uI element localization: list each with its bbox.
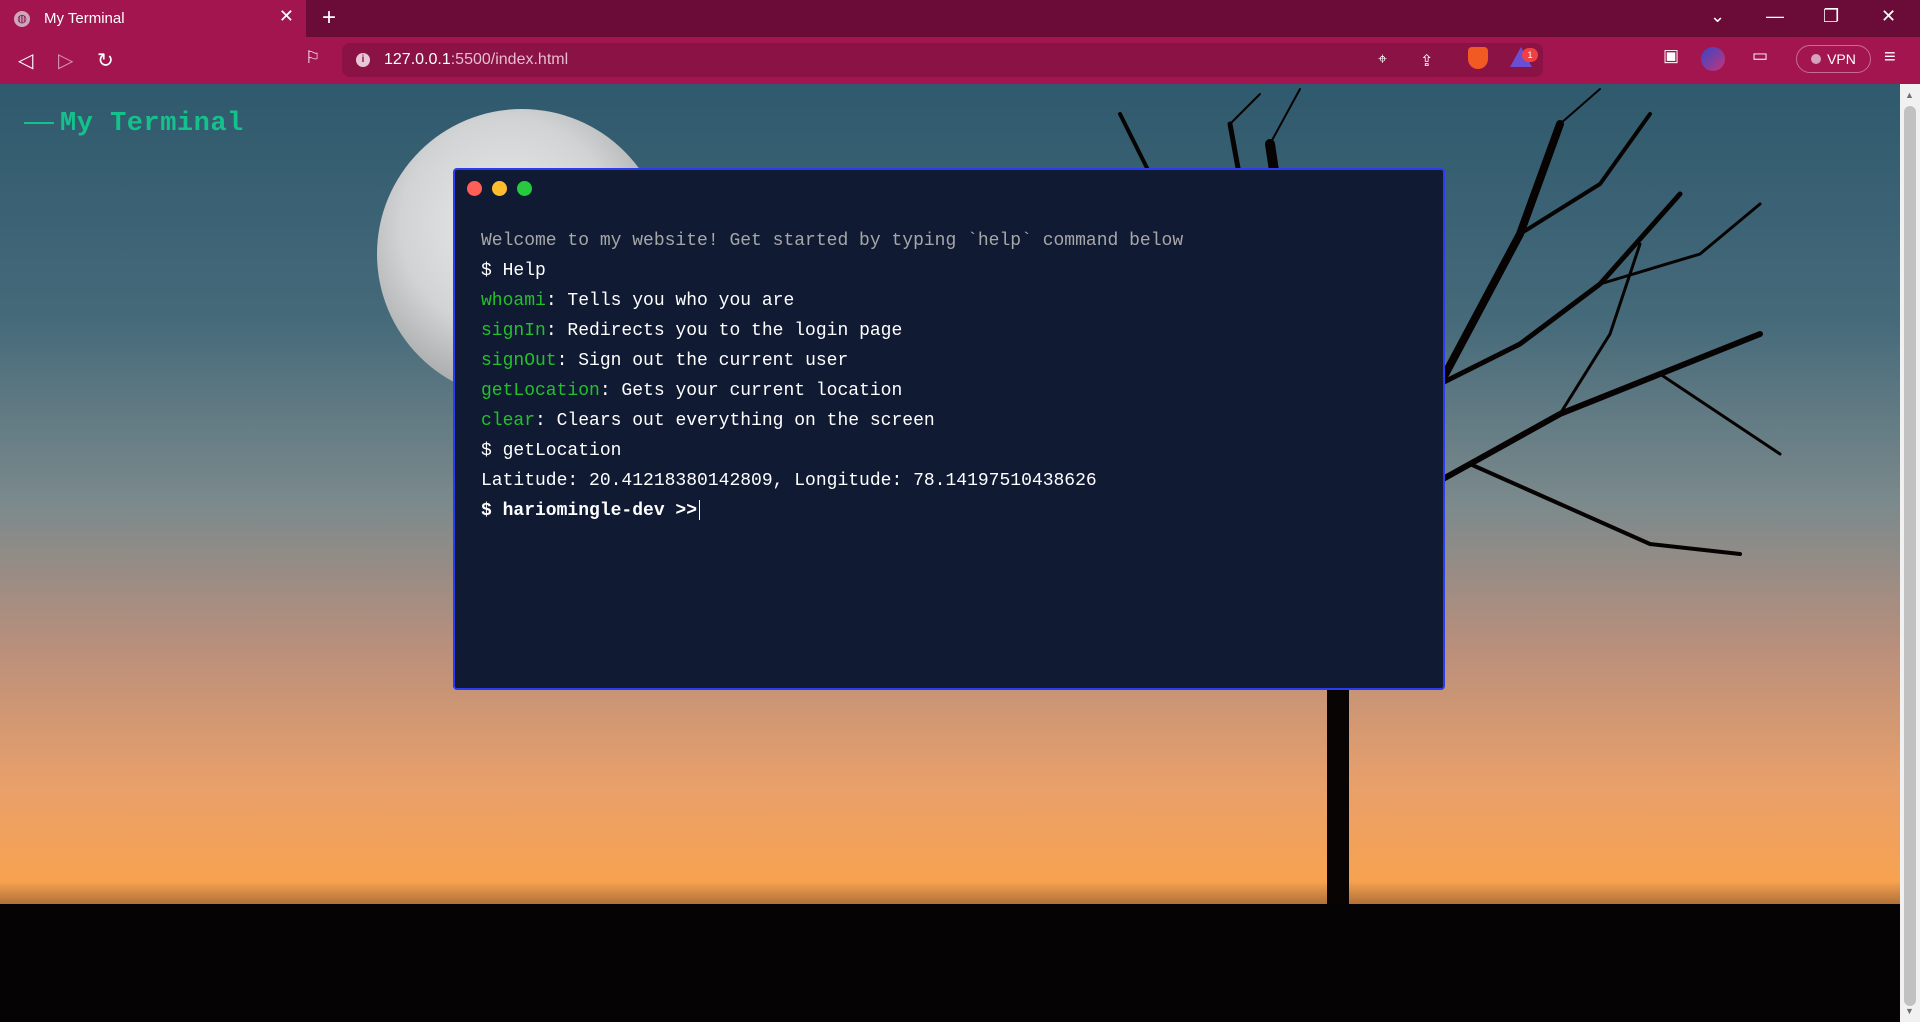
rewards-badge: 1 — [1522, 48, 1538, 62]
url-path: :5500/index.html — [450, 51, 569, 68]
forward-icon[interactable]: ▷ — [58, 48, 73, 73]
info-icon[interactable]: i — [356, 53, 370, 67]
sidebar-icon[interactable]: ▣ — [1663, 46, 1679, 66]
close-dot-icon[interactable] — [467, 181, 482, 196]
command-line: signIn: Redirects you to the login page — [481, 316, 1423, 346]
command-name: getLocation — [481, 381, 600, 401]
profile-icon[interactable] — [1701, 47, 1725, 71]
browser-toolbar: ◁ ▷ ↻ ⚐ i 127.0.0.1:5500/index.html ⌖ ⇪ — [0, 37, 1920, 84]
url-text[interactable]: 127.0.0.1:5500/index.html — [384, 51, 568, 69]
scroll-down-icon[interactable]: ▼ — [1905, 1006, 1914, 1016]
ground-silhouette — [0, 904, 1900, 1022]
reload-icon[interactable]: ↻ — [97, 48, 114, 73]
command-desc: : Tells you who you are — [545, 291, 795, 311]
command-name: signOut — [481, 351, 557, 371]
address-bar[interactable]: i 127.0.0.1:5500/index.html ⌖ ⇪ — [342, 43, 1543, 77]
tab-search-icon[interactable]: ⌄ — [1710, 6, 1725, 27]
command-desc: : Clears out everything on the screen — [535, 411, 935, 431]
menu-icon[interactable]: ≡ — [1884, 46, 1896, 69]
vpn-status-icon — [1811, 54, 1822, 64]
window-close-icon[interactable]: ✕ — [1881, 6, 1896, 27]
command-desc: : Sign out the current user — [556, 351, 849, 371]
page-title: My Terminal — [24, 109, 244, 139]
maximize-dot-icon[interactable] — [517, 181, 532, 196]
command-line: clear: Clears out everything on the scre… — [481, 406, 1423, 436]
title-dash — [24, 121, 54, 124]
command-line: whoami: Tells you who you are — [481, 286, 1423, 316]
vpn-label: VPN — [1827, 51, 1856, 67]
command-line: getLocation: Gets your current location — [481, 376, 1423, 406]
brave-shield-icon[interactable] — [1468, 47, 1488, 69]
page-title-text: My Terminal — [60, 109, 244, 139]
location-output: Latitude: 20.41218380142809, Longitude: … — [481, 471, 1097, 491]
vpn-button[interactable]: VPN — [1796, 45, 1871, 73]
back-icon[interactable]: ◁ — [18, 48, 33, 73]
terminal-window[interactable]: Welcome to my website! Get started by ty… — [453, 168, 1445, 690]
close-icon[interactable]: ✕ — [279, 6, 294, 27]
scrollbar-thumb[interactable] — [1904, 106, 1916, 1006]
terminal-output: Welcome to my website! Get started by ty… — [481, 226, 1423, 526]
text-caret — [699, 500, 701, 521]
history-line: $ getLocation — [481, 441, 622, 461]
plus-icon[interactable]: + — [322, 4, 336, 32]
history-line: $ Help — [481, 261, 546, 281]
terminal-prompt: $ hariomingle-dev >> — [481, 501, 698, 521]
command-desc: : Redirects you to the login page — [545, 321, 903, 341]
command-name: signIn — [481, 321, 546, 341]
minimize-icon[interactable]: — — [1766, 6, 1784, 27]
url-host: 127.0.0.1 — [384, 51, 451, 68]
vertical-scrollbar[interactable]: ▲ ▼ — [1900, 84, 1920, 1022]
scroll-up-icon[interactable]: ▲ — [1905, 90, 1914, 100]
window-buttons — [467, 181, 532, 196]
page-viewport: My Terminal Welcome to my website! Get s… — [0, 84, 1900, 1022]
command-line: signOut: Sign out the current user — [481, 346, 1423, 376]
tab-title: My Terminal — [44, 10, 125, 27]
command-name: clear — [481, 411, 536, 431]
tab-strip: ◍ My Terminal ✕ + ⌄ — ❐ ✕ — [0, 0, 1920, 37]
command-desc: : Gets your current location — [599, 381, 903, 401]
minimize-dot-icon[interactable] — [492, 181, 507, 196]
terminal-input-line[interactable]: $ hariomingle-dev >> — [481, 496, 1423, 526]
active-tab[interactable]: ◍ My Terminal ✕ — [0, 0, 306, 37]
welcome-line: Welcome to my website! Get started by ty… — [481, 231, 1184, 251]
share-icon[interactable]: ⇪ — [1420, 51, 1433, 71]
restore-icon[interactable]: ❐ — [1823, 6, 1839, 27]
wallet-icon[interactable]: ▭ — [1752, 46, 1768, 66]
globe-icon: ◍ — [14, 10, 30, 27]
bookmark-icon[interactable]: ⚐ — [305, 48, 320, 68]
location-icon[interactable]: ⌖ — [1378, 51, 1387, 69]
command-name: whoami — [481, 291, 546, 311]
